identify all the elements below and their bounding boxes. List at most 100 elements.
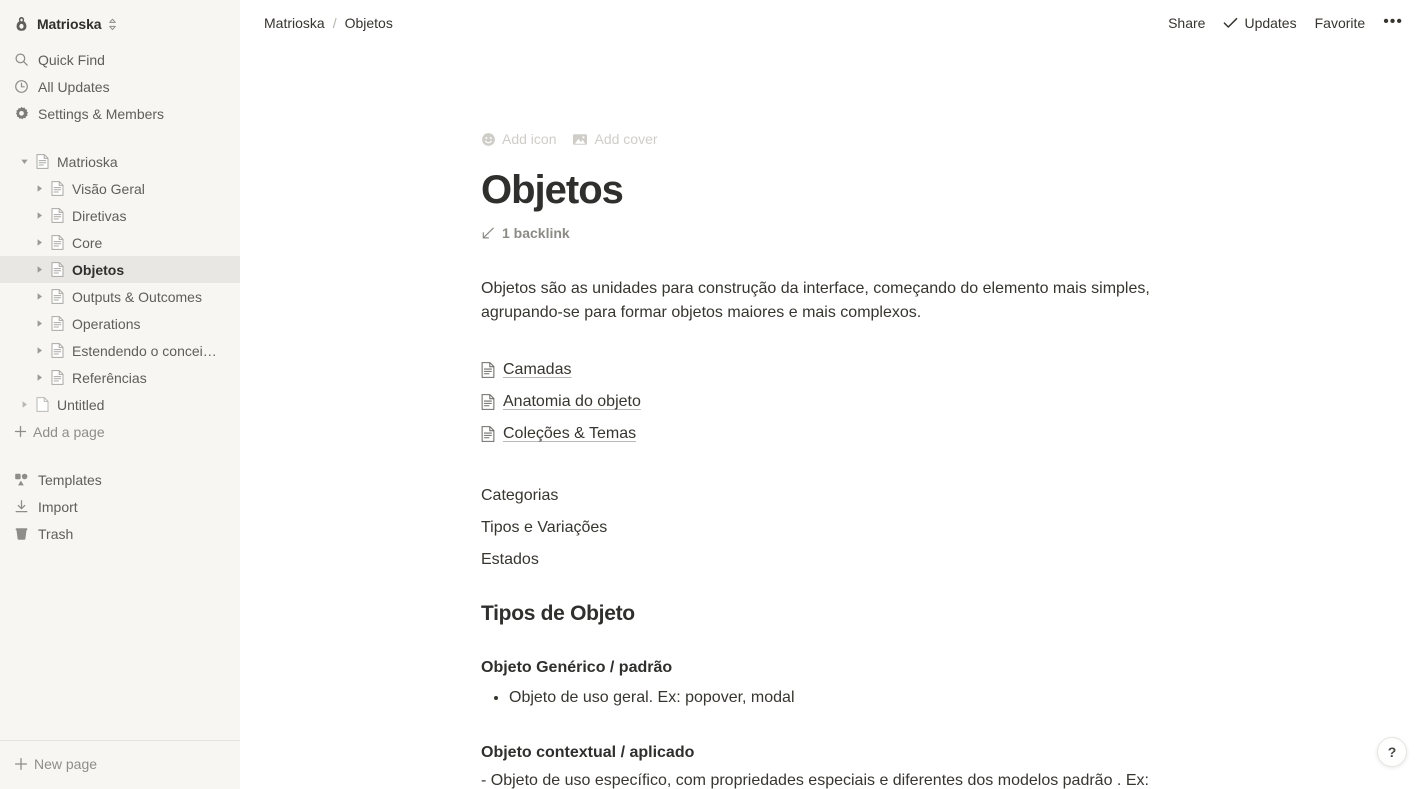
trash-icon — [14, 526, 32, 541]
main-content: Matrioska / Objetos Share Updates Favori… — [240, 0, 1425, 789]
clock-icon — [14, 79, 32, 94]
page-link-camadas[interactable]: Camadas — [481, 354, 1191, 386]
share-button[interactable]: Share — [1160, 11, 1213, 35]
add-a-page-label: Add a page — [33, 423, 105, 440]
page-lines-icon — [33, 153, 51, 171]
subheading-objeto-generico[interactable]: Objeto Genérico / padrão — [481, 659, 1191, 677]
document-column: Add icon Add cover Objetos 1 backlink Ob… — [481, 127, 1191, 789]
arrow-down-left-icon — [481, 226, 495, 240]
gear-icon — [14, 106, 32, 121]
document-body: Add icon Add cover Objetos 1 backlink Ob… — [240, 127, 1425, 789]
bullet-list: Objeto de uso geral. Ex: popover, modal — [481, 686, 1191, 711]
sidebar-item-trash[interactable]: Trash — [0, 520, 240, 547]
chevron-right-icon[interactable] — [30, 261, 48, 279]
page-lines-icon — [48, 369, 66, 387]
text-line-estados[interactable]: Estados — [481, 544, 1191, 576]
text-line-tipos-e-variacoes[interactable]: Tipos e Variações — [481, 512, 1191, 544]
sidebar-item-label: Import — [38, 498, 78, 515]
matryoshka-doll-icon — [14, 16, 29, 32]
chevron-up-down-icon — [108, 18, 117, 31]
chevron-right-icon[interactable] — [30, 180, 48, 198]
breadcrumb-item-objetos[interactable]: Objetos — [339, 12, 399, 34]
workspace-name: Matrioska — [37, 16, 102, 32]
page-lines-icon — [48, 234, 66, 252]
sidebar-tree-label: Operations — [72, 315, 141, 332]
sidebar-tree-item-visao-geral[interactable]: Visão Geral — [0, 175, 240, 202]
add-a-page-button[interactable]: Add a page — [0, 418, 240, 445]
sidebar-tree-item-diretivas[interactable]: Diretivas — [0, 202, 240, 229]
sidebar-item-all-updates[interactable]: All Updates — [0, 73, 240, 100]
sidebar-tree-label: Objetos — [72, 261, 125, 278]
sidebar-item-import[interactable]: Import — [0, 493, 240, 520]
more-options-button[interactable]: ••• — [1375, 13, 1411, 32]
share-label: Share — [1168, 14, 1206, 31]
add-cover-button[interactable]: Add cover — [572, 131, 658, 147]
favorite-button[interactable]: Favorite — [1307, 11, 1374, 35]
sidebar-tree-item-referencias[interactable]: Referências — [0, 364, 240, 391]
chevron-right-icon[interactable] — [15, 396, 33, 414]
chevron-right-icon[interactable] — [30, 315, 48, 333]
sidebar-tree-item-estendendo-o-conceito[interactable]: Estendendo o concei… — [0, 337, 240, 364]
page-link-anatomia-do-objeto[interactable]: Anatomia do objeto — [481, 386, 1191, 418]
sidebar-tree-label: Outputs & Outcomes — [72, 288, 202, 305]
sidebar-tree-item-matrioska[interactable]: Matrioska — [0, 148, 240, 175]
sidebar-tree-item-untitled[interactable]: Untitled — [0, 391, 240, 418]
page-lines-icon — [48, 207, 66, 225]
sidebar-item-templates[interactable]: Templates — [0, 466, 240, 493]
breadcrumb-item-matrioska[interactable]: Matrioska — [258, 12, 331, 34]
new-page-label: New page — [34, 756, 98, 772]
sidebar-scroll-area[interactable]: Matrioska Quick Find All Updates Setting… — [0, 0, 240, 740]
updates-button[interactable]: Updates — [1215, 11, 1304, 35]
page-lines-icon — [48, 315, 66, 333]
chevron-right-icon[interactable] — [30, 207, 48, 225]
breadcrumb-separator: / — [332, 14, 337, 31]
sidebar-tree-label: Core — [72, 234, 103, 251]
add-icon-button[interactable]: Add icon — [481, 131, 556, 147]
new-page-button[interactable]: New page — [0, 749, 240, 779]
sidebar-item-label: Quick Find — [38, 51, 105, 68]
chevron-right-icon[interactable] — [30, 369, 48, 387]
sidebar-tree-label: Referências — [72, 369, 147, 386]
sidebar-item-label: Trash — [38, 525, 74, 542]
page-customize-row: Add icon Add cover — [481, 127, 1191, 151]
sidebar-tree-item-outputs-outcomes[interactable]: Outputs & Outcomes — [0, 283, 240, 310]
chevron-down-icon[interactable] — [15, 153, 33, 171]
plus-icon — [14, 425, 27, 438]
app-root: Matrioska Quick Find All Updates Setting… — [0, 0, 1425, 789]
sidebar-item-quick-find[interactable]: Quick Find — [0, 46, 240, 73]
sidebar-item-label: Templates — [38, 471, 102, 488]
text-line-objeto-contextual-desc[interactable]: - Objeto de uso específico, com propried… — [481, 769, 1191, 789]
page-title[interactable]: Objetos — [481, 168, 1191, 213]
topbar: Matrioska / Objetos Share Updates Favori… — [240, 0, 1425, 45]
page-lines-icon — [481, 362, 495, 379]
help-button[interactable]: ? — [1377, 737, 1407, 767]
intro-paragraph[interactable]: Objetos são as unidades para construção … — [481, 277, 1191, 326]
breadcrumb: Matrioska / Objetos — [258, 12, 399, 34]
search-icon — [14, 52, 32, 67]
sidebar-tree-item-core[interactable]: Core — [0, 229, 240, 256]
smiley-icon — [481, 132, 496, 147]
text-line-categorias[interactable]: Categorias — [481, 480, 1191, 512]
list-item[interactable]: Objeto de uso geral. Ex: popover, modal — [509, 686, 1191, 711]
sidebar-tree-item-objetos[interactable]: Objetos — [0, 256, 240, 283]
sidebar-item-settings-members[interactable]: Settings & Members — [0, 100, 240, 127]
subheading-objeto-contextual[interactable]: Objeto contextual / aplicado — [481, 744, 1191, 762]
chevron-right-icon[interactable] — [30, 288, 48, 306]
add-icon-label: Add icon — [502, 131, 557, 147]
workspace-switcher[interactable]: Matrioska — [8, 8, 232, 40]
sidebar-tree-item-operations[interactable]: Operations — [0, 310, 240, 337]
topbar-actions: Share Updates Favorite ••• — [1160, 11, 1411, 35]
page-link-colecoes-temas[interactable]: Coleções & Temas — [481, 418, 1191, 450]
sidebar-tree-label: Visão Geral — [72, 180, 145, 197]
chevron-right-icon[interactable] — [30, 342, 48, 360]
add-cover-label: Add cover — [594, 131, 658, 147]
sidebar-item-label: All Updates — [38, 78, 110, 95]
chevron-right-icon[interactable] — [30, 234, 48, 252]
section-heading-tipos-de-objeto[interactable]: Tipos de Objeto — [481, 602, 1191, 626]
sidebar-tree-label: Matrioska — [57, 153, 118, 170]
page-blank-icon — [33, 396, 51, 414]
check-icon — [1223, 17, 1238, 29]
backlink-button[interactable]: 1 backlink — [481, 225, 1191, 241]
page-link-label: Anatomia do objeto — [503, 393, 641, 411]
